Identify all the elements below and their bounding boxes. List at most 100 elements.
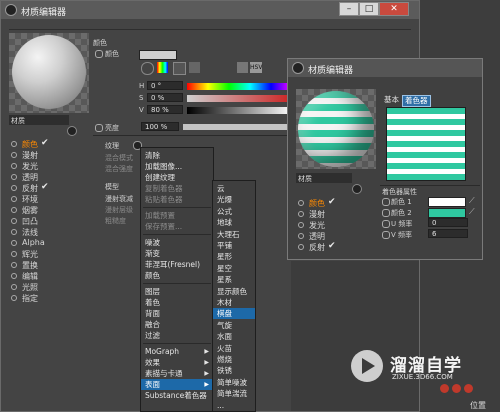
eyedropper-icon[interactable] xyxy=(189,62,200,73)
val-slider[interactable] xyxy=(187,107,292,114)
submenu-item[interactable]: 简单湍流 xyxy=(213,388,255,399)
context-menu-item[interactable]: 素描与卡通 ▶ xyxy=(141,368,213,379)
color-radio[interactable] xyxy=(95,50,103,58)
context-menu-item[interactable]: 加载图像... xyxy=(141,161,213,172)
channel-radio-icon[interactable] xyxy=(11,218,17,224)
submenu-item[interactable]: 星形 xyxy=(213,251,255,262)
record-icon-3[interactable] xyxy=(464,384,473,393)
submenu-item[interactable]: 平铺 xyxy=(213,240,255,251)
context-menu-item[interactable]: 粘贴着色器 xyxy=(141,194,213,205)
submenu-item[interactable]: ... xyxy=(213,400,255,411)
channel-radio-icon[interactable] xyxy=(298,200,304,206)
prop-radio-icon[interactable] xyxy=(382,231,390,239)
color2-swatch[interactable] xyxy=(428,208,466,218)
context-menu-item[interactable]: 菲涅耳(Fresnel) xyxy=(141,259,213,270)
context-menu-item[interactable]: MoGraph ▶ xyxy=(141,346,213,357)
submenu-item[interactable]: 公式 xyxy=(213,206,255,217)
context-menu-item[interactable]: Substance着色器 xyxy=(141,390,213,401)
channel-radio-icon[interactable] xyxy=(11,295,17,301)
brightness-field[interactable]: 100 % xyxy=(141,122,179,131)
tab-basic[interactable]: 基本 xyxy=(382,95,401,105)
submenu-item[interactable]: 木材 xyxy=(213,297,255,308)
context-menu-item[interactable]: 着色 xyxy=(141,297,213,308)
rgb-icon[interactable] xyxy=(237,62,248,73)
submenu-item[interactable]: 简单噪波 xyxy=(213,377,255,388)
submenu-item[interactable]: 大理石 xyxy=(213,229,255,240)
check-icon[interactable]: ✔ xyxy=(328,197,336,207)
channel-radio-icon[interactable] xyxy=(298,211,304,217)
image-icon[interactable] xyxy=(173,62,186,75)
submenu-item[interactable]: 光爆 xyxy=(213,194,255,205)
context-menu-item[interactable]: 背面 xyxy=(141,308,213,319)
prop-field[interactable]: 6 xyxy=(428,229,468,238)
context-menu-item[interactable]: 颜色 xyxy=(141,270,213,281)
channel-radio-icon[interactable] xyxy=(11,163,17,169)
sat-slider[interactable] xyxy=(187,95,292,102)
submenu-item[interactable]: 地球 xyxy=(213,217,255,228)
channel-radio-icon[interactable] xyxy=(298,244,304,250)
channel-radio-icon[interactable] xyxy=(11,284,17,290)
context-menu-item[interactable]: 噪波 xyxy=(141,237,213,248)
channel-radio-icon[interactable] xyxy=(11,141,17,147)
front-material-menu-icon[interactable] xyxy=(352,184,362,194)
tab-shader[interactable]: 着色器 xyxy=(402,95,431,107)
submenu-item[interactable]: 星系 xyxy=(213,274,255,285)
wheel-icon[interactable] xyxy=(141,62,154,75)
channel-radio-icon[interactable] xyxy=(11,174,17,180)
submenu-item[interactable]: 云 xyxy=(213,183,255,194)
spectrum-icon[interactable] xyxy=(157,62,168,73)
context-menu-item[interactable]: 渐变 xyxy=(141,248,213,259)
context-menu-item[interactable]: 加载预置 xyxy=(141,210,213,221)
submenu-item[interactable]: 水面 xyxy=(213,331,255,342)
context-menu-item[interactable]: 表面 ▶ xyxy=(141,379,213,390)
submenu-item[interactable]: 燃烧 xyxy=(213,354,255,365)
color2-pick-icon[interactable]: ⟋ xyxy=(469,208,475,216)
channel-radio-icon[interactable] xyxy=(298,222,304,228)
submenu-item[interactable]: 火苗 xyxy=(213,343,255,354)
material-menu-arrow-icon[interactable] xyxy=(67,126,77,136)
color1-swatch[interactable] xyxy=(428,197,466,207)
submenu-item[interactable]: 铁锈 xyxy=(213,365,255,376)
close-button[interactable]: ✕ xyxy=(379,2,409,16)
hsv-field[interactable]: 0 % xyxy=(147,93,183,102)
check-icon[interactable]: ✔ xyxy=(328,241,336,251)
channel-radio-icon[interactable] xyxy=(298,233,304,239)
context-menu-item[interactable]: 创建纹理 xyxy=(141,172,213,183)
brightness-slider[interactable] xyxy=(183,124,291,130)
check-icon[interactable]: ✔ xyxy=(41,138,49,148)
prop-field[interactable]: 0 xyxy=(428,218,468,227)
prop-radio-icon[interactable] xyxy=(382,198,390,206)
context-menu-item[interactable]: 融合 xyxy=(141,319,213,330)
submenu-item[interactable]: 气旋 xyxy=(213,320,255,331)
maximize-button[interactable]: □ xyxy=(359,2,379,16)
color-picker-icons[interactable]: HSV xyxy=(141,61,271,75)
hue-slider[interactable] xyxy=(187,83,292,90)
context-menu-item[interactable]: 保存预置... xyxy=(141,221,213,232)
record-icon-2[interactable] xyxy=(452,384,461,393)
submenu-item[interactable]: 棋盘 xyxy=(213,308,255,320)
channel-radio-icon[interactable] xyxy=(11,196,17,202)
context-menu-item[interactable]: 清除 xyxy=(141,150,213,161)
submenu-item[interactable]: 星空 xyxy=(213,263,255,274)
context-menu-item[interactable]: 效果 ▶ xyxy=(141,357,213,368)
minimize-button[interactable]: – xyxy=(339,2,359,16)
context-menu-item[interactable]: 复制着色器 xyxy=(141,183,213,194)
channel-radio-icon[interactable] xyxy=(11,273,17,279)
color1-pick-icon[interactable]: ⟋ xyxy=(469,197,475,205)
check-icon[interactable]: ✔ xyxy=(41,182,49,192)
brightness-radio[interactable] xyxy=(95,124,103,132)
channel-radio-icon[interactable] xyxy=(11,240,17,246)
prop-radio-icon[interactable] xyxy=(382,209,390,217)
hsv-icon[interactable]: HSV xyxy=(250,62,262,73)
channel-radio-icon[interactable] xyxy=(11,207,17,213)
channel-radio-icon[interactable] xyxy=(11,262,17,268)
color-swatch[interactable] xyxy=(139,50,177,60)
record-icon[interactable] xyxy=(440,384,449,393)
hsv-field[interactable]: 0 ° xyxy=(147,81,183,90)
channel-radio-icon[interactable] xyxy=(11,185,17,191)
channel-radio-icon[interactable] xyxy=(11,152,17,158)
prop-radio-icon[interactable] xyxy=(382,220,390,228)
context-menu-item[interactable]: 图层 xyxy=(141,286,213,297)
submenu-item[interactable]: 显示颜色 xyxy=(213,286,255,297)
context-menu-item[interactable]: 过滤 xyxy=(141,330,213,341)
